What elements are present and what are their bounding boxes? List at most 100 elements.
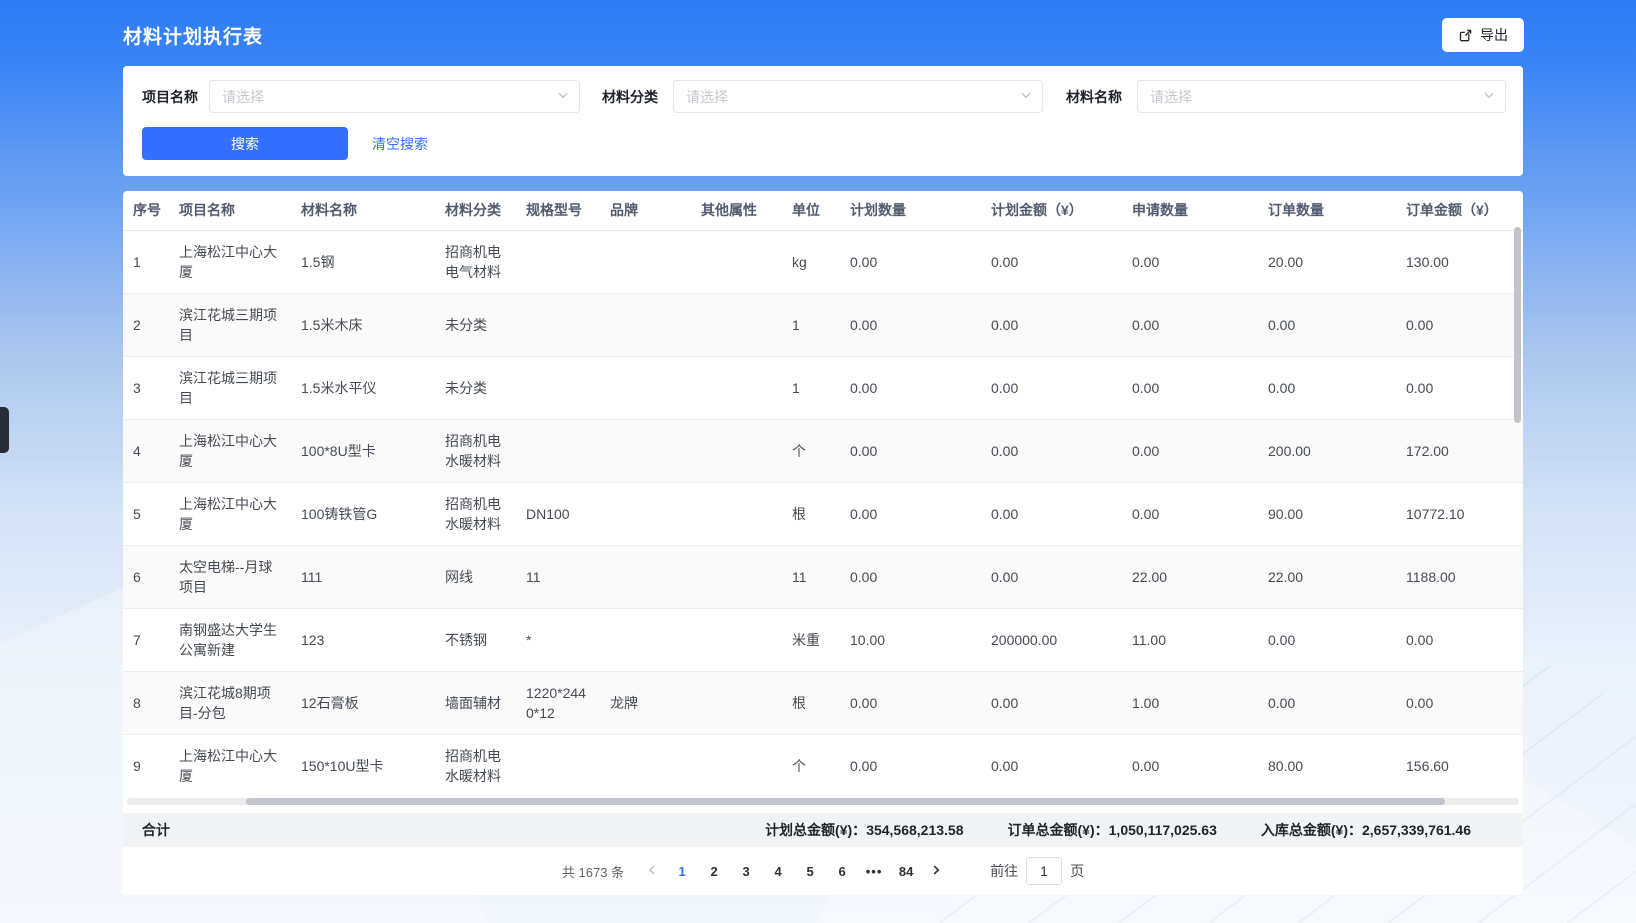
table-cell: 11 [516,545,600,608]
table-cell: 招商机电水暖材料 [435,482,516,545]
table-cell [691,671,782,734]
page-button-84[interactable]: 84 [890,857,922,885]
vertical-scrollbar-thumb[interactable] [1514,227,1521,423]
table-cell: 0.00 [1258,356,1396,419]
table-cell: 0.00 [981,671,1122,734]
page-button-2[interactable]: 2 [698,857,730,885]
table-row: 7南钢盛达大学生公寓新建123不锈钢*米重10.00200000.0011.00… [123,608,1523,671]
project-name-select[interactable]: 请选择 [209,80,580,113]
table-cell: 1.5钢 [291,230,435,293]
next-page-button[interactable] [922,857,950,885]
table-cell: * [516,608,600,671]
goto-page-input[interactable] [1026,857,1062,885]
table-cell [691,608,782,671]
table-cell: 太空电梯--月球项目 [169,545,291,608]
summary-bar: 合计 计划总金额(¥)：354,568,213.58 订单总金额(¥)：1,05… [123,813,1523,847]
table-cell: 根 [782,482,840,545]
page-button-1[interactable]: 1 [666,857,698,885]
table-row: 5上海松江中心大厦100铸铁管G招商机电水暖材料DN100根0.000.000.… [123,482,1523,545]
column-header: 订单金额（¥） [1396,191,1523,230]
table-cell: 0.00 [981,419,1122,482]
table-cell: 172.00 [1396,419,1523,482]
scrollbar-thumb[interactable] [246,798,1445,805]
drawer-handle[interactable] [0,407,9,453]
export-button[interactable]: 导出 [1442,18,1524,52]
table-cell: 未分类 [435,293,516,356]
table-cell: 0.00 [981,482,1122,545]
table-cell: 130.00 [1396,230,1523,293]
table-cell: 上海松江中心大厦 [169,734,291,797]
table-cell: 个 [782,419,840,482]
table-cell: 20.00 [1258,230,1396,293]
material-category-select[interactable]: 请选择 [673,80,1043,113]
search-button[interactable]: 搜索 [142,127,348,160]
clear-search-button[interactable]: 清空搜索 [372,134,428,154]
table-cell: 0.00 [1396,293,1523,356]
column-header: 项目名称 [169,191,291,230]
data-table: 序号项目名称材料名称材料分类规格型号品牌其他属性单位计划数量计划金额（¥）申请数… [123,191,1523,798]
table-cell [516,734,600,797]
table-cell: 米重 [782,608,840,671]
total-count-text: 共 1673 条 [562,862,624,881]
table-cell: 上海松江中心大厦 [169,230,291,293]
table-head-row: 序号项目名称材料名称材料分类规格型号品牌其他属性单位计划数量计划金额（¥）申请数… [123,191,1523,230]
table-cell: 0.00 [1396,608,1523,671]
table-cell [516,230,600,293]
project-name-label: 项目名称 [142,87,198,107]
table-cell: 未分类 [435,356,516,419]
table-cell: 6 [123,545,169,608]
table-cell: 滨江花城三期项目 [169,356,291,419]
material-name-select[interactable]: 请选择 [1137,80,1506,113]
column-header: 序号 [123,191,169,230]
chevron-right-icon [930,864,942,879]
page-button-4[interactable]: 4 [762,857,794,885]
pager-pages: 123456•••84 [666,857,922,885]
table-cell: 0.00 [840,230,981,293]
table-cell: 0.00 [1122,419,1258,482]
table-cell: 1 [782,293,840,356]
table-cell: 滨江花城8期项目-分包 [169,671,291,734]
table-cell: 1188.00 [1396,545,1523,608]
table-cell: 100*8U型卡 [291,419,435,482]
app-header: 材料计划执行表 导出 [123,0,1524,70]
table-cell: 0.00 [840,293,981,356]
page-title: 材料计划执行表 [123,22,263,49]
table-row: 8滨江花城8期项目-分包12石膏板墙面辅材1220*2440*12龙牌根0.00… [123,671,1523,734]
table-cell: 上海松江中心大厦 [169,482,291,545]
plan-total-amount: 计划总金额(¥)：354,568,213.58 [765,820,963,840]
chevron-left-icon [646,864,658,879]
table-cell: 150*10U型卡 [291,734,435,797]
material-category-label: 材料分类 [602,87,658,107]
table-cell: 4 [123,419,169,482]
table-panel: 序号项目名称材料名称材料分类规格型号品牌其他属性单位计划数量计划金额（¥）申请数… [123,191,1523,895]
column-header: 材料分类 [435,191,516,230]
table-cell: 0.00 [840,419,981,482]
table-cell: 100铸铁管G [291,482,435,545]
table-cell: 0.00 [1122,230,1258,293]
export-icon [1458,28,1473,43]
table-cell [516,419,600,482]
table-cell: 0.00 [840,671,981,734]
page-ellipsis[interactable]: ••• [858,857,890,885]
table-row: 4上海松江中心大厦100*8U型卡招商机电水暖材料个0.000.000.0020… [123,419,1523,482]
table-cell: 2 [123,293,169,356]
column-header: 申请数量 [1122,191,1258,230]
chevron-down-icon [1020,88,1032,106]
table-cell: 个 [782,734,840,797]
table-cell: 招商机电电气材料 [435,230,516,293]
inbound-total-amount: 入库总金额(¥)：2,657,339,761.46 [1261,820,1471,840]
table-cell: 0.00 [981,293,1122,356]
page-button-3[interactable]: 3 [730,857,762,885]
table-row: 6太空电梯--月球项目111网线11110.000.0022.0022.0011… [123,545,1523,608]
page-button-6[interactable]: 6 [826,857,858,885]
table-cell [691,734,782,797]
table-row: 1上海松江中心大厦1.5钢招商机电电气材料kg0.000.000.0020.00… [123,230,1523,293]
prev-page-button[interactable] [638,857,666,885]
page-button-5[interactable]: 5 [794,857,826,885]
table-cell: kg [782,230,840,293]
table-cell: 根 [782,671,840,734]
column-header: 计划数量 [840,191,981,230]
page: 材料计划执行表 导出 项目名称 请选择 材料分类 请选择 [0,0,1636,923]
table-cell [600,356,691,419]
table-cell [600,230,691,293]
